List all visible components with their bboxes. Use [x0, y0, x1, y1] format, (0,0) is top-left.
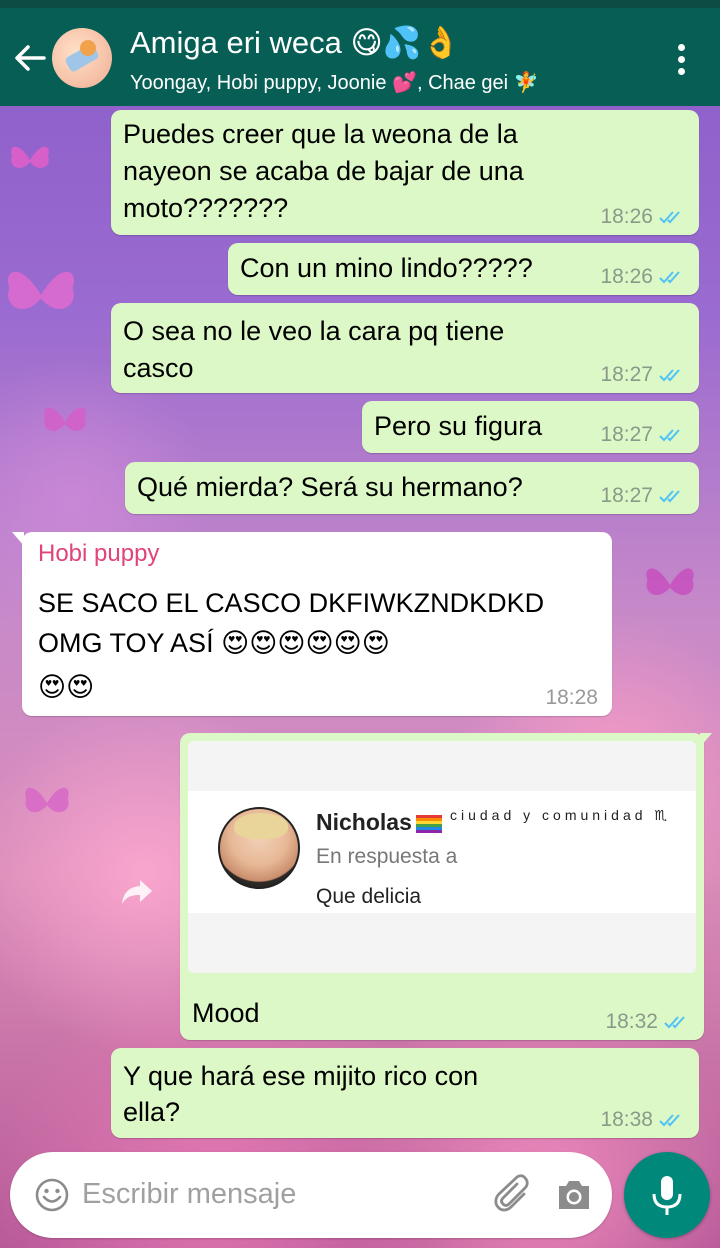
message-meta: 18:27 — [600, 423, 685, 447]
message-bubble-outgoing[interactable]: Y que hará ese mijito rico con ella? 18:… — [111, 1048, 699, 1138]
tweet-author: Nicholas — [316, 809, 442, 836]
more-vert-icon[interactable] — [666, 44, 696, 84]
sender-name[interactable]: Hobi puppy — [38, 540, 159, 568]
message-bubble-outgoing[interactable]: Qué mierda? Será su hermano? 18:27 — [125, 462, 699, 514]
message-meta: 18:27 — [600, 363, 685, 387]
message-meta: 18:26 — [600, 205, 685, 229]
message-time: 18:27 — [600, 363, 653, 386]
message-text: ella? — [123, 1097, 181, 1127]
double-check-icon — [659, 211, 680, 224]
message-input[interactable]: Escribir mensaje — [82, 1178, 296, 1211]
profile-photo — [218, 807, 300, 889]
message-bubble-outgoing-image[interactable]: Nicholas ciudad y comunidad ♏ En respues… — [180, 733, 712, 1040]
message-text: moto??????? — [123, 193, 289, 223]
camera-icon[interactable] — [554, 1176, 594, 1214]
message-text: Y que hará ese mijito rico con — [123, 1061, 479, 1091]
message-text: Puedes creer que la weona de la — [123, 119, 518, 149]
butterfly-icon — [20, 780, 74, 826]
chat-participants[interactable]: Yoongay, Hobi puppy, Joonie 💕, Chae gei … — [130, 70, 539, 95]
message-text: Mood — [192, 998, 260, 1028]
tweet-author-extra: ciudad y comunidad ♏ — [450, 807, 671, 823]
butterfly-icon — [40, 400, 90, 444]
message-text: O sea no le veo la cara pq tiene — [123, 316, 505, 346]
double-check-icon — [659, 271, 680, 284]
bubble-tail — [700, 733, 712, 747]
message-meta: 18:26 — [600, 265, 685, 289]
double-check-icon — [659, 369, 680, 382]
back-arrow-icon[interactable] — [10, 38, 50, 78]
double-check-icon — [664, 1016, 685, 1029]
message-time: 18:27 — [600, 423, 653, 446]
double-check-icon — [659, 429, 680, 442]
rainbow-flag-icon — [415, 814, 442, 833]
message-text: Pero su figura — [374, 411, 543, 441]
message-text: nayeon se acaba de bajar de una — [123, 156, 524, 186]
message-text: casco — [123, 353, 194, 383]
message-bubble-outgoing[interactable]: Con un mino lindo????? 18:26 — [228, 243, 699, 295]
chat-title[interactable]: Amiga eri weca 😋💦👌 — [130, 24, 460, 61]
message-time: 18:28 — [545, 686, 598, 709]
emoji-icon[interactable] — [34, 1177, 70, 1213]
paperclip-icon[interactable] — [494, 1174, 534, 1216]
butterfly-icon — [0, 260, 82, 330]
message-text: OMG TOY ASÍ 😍😍😍😍😍😍 — [38, 628, 390, 658]
message-composer[interactable]: Escribir mensaje — [10, 1152, 612, 1238]
mic-button[interactable] — [624, 1152, 710, 1238]
message-text: Con un mino lindo????? — [240, 253, 533, 283]
tweet-screenshot: Nicholas ciudad y comunidad ♏ En respues… — [188, 791, 696, 913]
message-text: Qué mierda? Será su hermano? — [137, 472, 523, 502]
message-bubble-outgoing[interactable]: Pero su figura 18:27 — [362, 401, 699, 453]
chat-header: Amiga eri weca 😋💦👌 Yoongay, Hobi puppy, … — [0, 8, 720, 106]
image-attachment[interactable]: Nicholas ciudad y comunidad ♏ En respues… — [188, 741, 696, 973]
message-time: 18:38 — [600, 1108, 653, 1131]
message-time: 18:27 — [600, 484, 653, 507]
double-check-icon — [659, 1114, 680, 1127]
tweet-text: Que delicia — [316, 885, 422, 908]
message-bubble-outgoing[interactable]: Puedes creer que la weona de la nayeon s… — [111, 110, 699, 235]
message-time: 18:26 — [600, 265, 653, 288]
message-text: 😍😍 — [38, 672, 95, 702]
message-text: SE SACO EL CASCO DKFIWKZNDKDKD — [38, 588, 545, 618]
butterfly-icon — [8, 140, 52, 180]
message-meta: 18:32 — [605, 1010, 690, 1034]
message-meta: 18:27 — [600, 484, 685, 508]
mic-icon — [652, 1176, 682, 1215]
message-meta: 18:28 — [545, 686, 598, 710]
message-meta: 18:38 — [600, 1108, 685, 1132]
share-icon[interactable] — [114, 868, 160, 914]
butterfly-icon — [640, 560, 700, 610]
message-time: 18:32 — [605, 1010, 658, 1033]
message-bubble-incoming[interactable]: Hobi puppy SE SACO EL CASCO DKFIWKZNDKDK… — [12, 532, 612, 716]
group-avatar[interactable] — [52, 28, 112, 88]
bubble-tail — [12, 532, 24, 546]
status-bar — [0, 0, 720, 8]
message-bubble-outgoing[interactable]: O sea no le veo la cara pq tiene casco 1… — [111, 303, 699, 393]
reply-label: En respuesta a — [316, 845, 458, 868]
double-check-icon — [659, 490, 680, 503]
message-time: 18:26 — [600, 205, 653, 228]
